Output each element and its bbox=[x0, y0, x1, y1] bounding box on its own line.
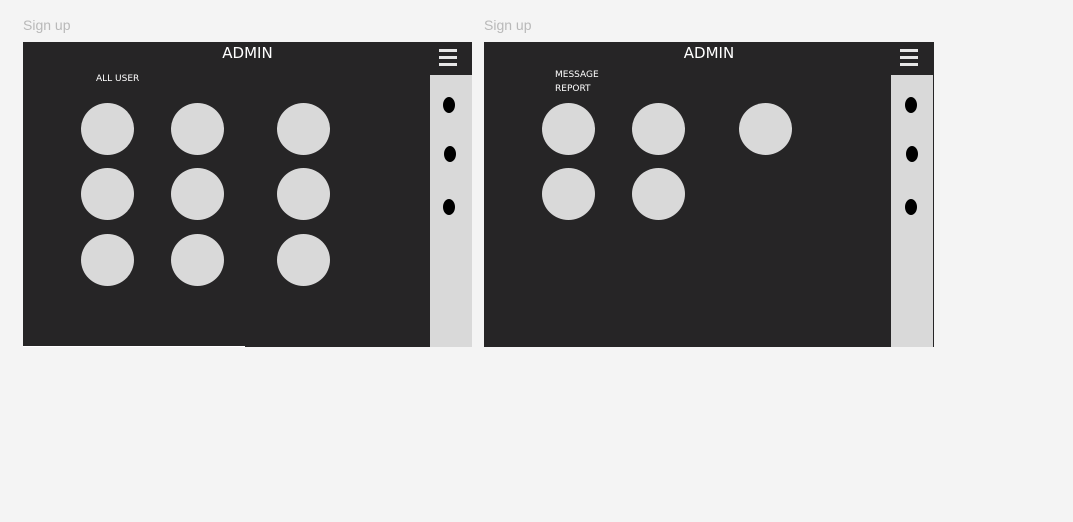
side-panel bbox=[430, 75, 472, 347]
message-tile[interactable] bbox=[542, 103, 595, 155]
message-tile[interactable] bbox=[632, 103, 685, 155]
frame-title: ADMIN bbox=[683, 44, 735, 62]
hamburger-menu-icon[interactable] bbox=[900, 49, 918, 67]
user-tile[interactable] bbox=[171, 168, 224, 220]
user-tile[interactable] bbox=[277, 234, 330, 286]
user-tile[interactable] bbox=[81, 234, 134, 286]
dot-icon[interactable] bbox=[444, 146, 456, 162]
frame-label-1: Sign up bbox=[23, 17, 71, 33]
frame-title: ADMIN bbox=[222, 44, 273, 62]
hamburger-menu-icon[interactable] bbox=[439, 49, 457, 67]
frame-label-2: Sign up bbox=[484, 17, 532, 33]
user-tile[interactable] bbox=[81, 103, 134, 155]
dot-icon[interactable] bbox=[906, 146, 918, 162]
dot-icon[interactable] bbox=[905, 97, 917, 113]
message-tile[interactable] bbox=[739, 103, 792, 155]
user-tile[interactable] bbox=[171, 103, 224, 155]
message-tile[interactable] bbox=[542, 168, 595, 220]
dot-icon[interactable] bbox=[443, 199, 455, 215]
message-tile[interactable] bbox=[632, 168, 685, 220]
admin-frame-message-report: ADMIN MESSAGE REPORT bbox=[484, 42, 934, 347]
side-panel bbox=[891, 75, 933, 347]
frame-edge-highlight bbox=[23, 346, 245, 347]
section-label-message-report: MESSAGE REPORT bbox=[555, 68, 599, 96]
dot-icon[interactable] bbox=[443, 97, 455, 113]
dot-icon[interactable] bbox=[905, 199, 917, 215]
user-tile[interactable] bbox=[277, 168, 330, 220]
user-tile[interactable] bbox=[277, 103, 330, 155]
section-label-all-user: ALL USER bbox=[96, 72, 139, 86]
user-tile[interactable] bbox=[81, 168, 134, 220]
admin-frame-all-user: ADMIN ALL USER bbox=[23, 42, 472, 347]
section-label-line: ALL USER bbox=[96, 74, 140, 84]
section-label-line: REPORT bbox=[555, 84, 591, 94]
section-label-line: MESSAGE bbox=[555, 70, 599, 80]
user-tile[interactable] bbox=[171, 234, 224, 286]
